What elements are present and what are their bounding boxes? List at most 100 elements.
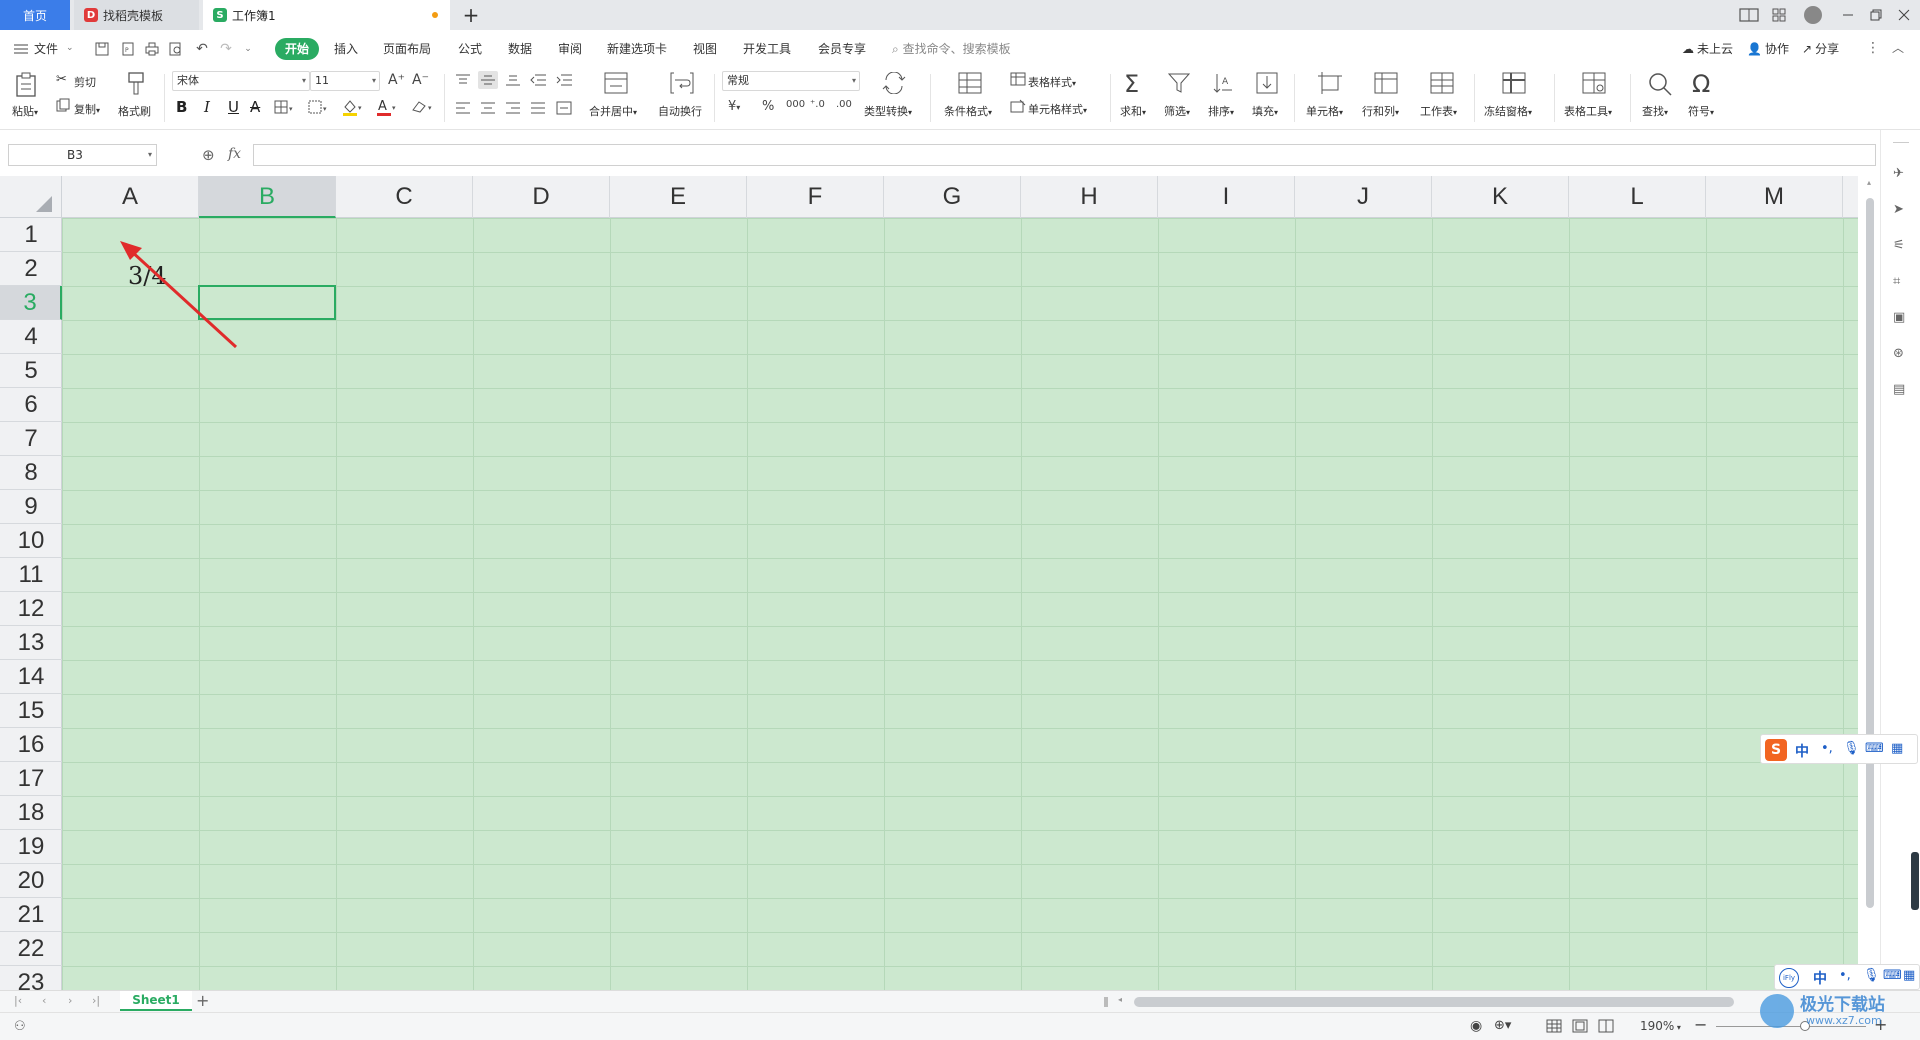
row-header-10[interactable]: 10 — [0, 524, 62, 558]
add-sheet-button[interactable]: + — [196, 991, 209, 1010]
row-header-21[interactable]: 21 — [0, 898, 62, 932]
paste-button[interactable]: 粘贴▾ — [12, 103, 38, 119]
format-painter-button[interactable]: 格式刷 — [118, 103, 151, 119]
distributed-align-icon[interactable] — [556, 101, 572, 115]
align-middle-icon[interactable] — [478, 71, 498, 89]
print-icon[interactable] — [144, 41, 160, 57]
apps-grid-icon[interactable] — [1768, 6, 1790, 24]
menu-formula[interactable]: 公式 — [458, 30, 482, 68]
menu-insert[interactable]: 插入 — [334, 30, 358, 68]
scroll-left-icon[interactable]: ◂ — [1118, 995, 1122, 1004]
keyboard-icon[interactable]: ⌨ — [1883, 968, 1902, 983]
font-color-icon[interactable]: A ▾ — [376, 98, 400, 116]
column-header-f[interactable]: F — [747, 176, 884, 218]
font-size-select[interactable]: 11 ▾ — [310, 71, 380, 91]
justify-icon[interactable] — [531, 102, 545, 114]
row-header-8[interactable]: 8 — [0, 456, 62, 490]
row-header-13[interactable]: 13 — [0, 626, 62, 660]
cloud-status[interactable]: ☁ 未上云 — [1682, 30, 1733, 68]
percent-button[interactable]: % — [762, 99, 774, 114]
macro-icon[interactable]: ⚇ — [14, 1019, 26, 1034]
menu-new-tab[interactable]: 新建选项卡 — [607, 30, 667, 68]
menu-developer[interactable]: 开发工具 — [743, 30, 791, 68]
align-left-icon[interactable] — [456, 102, 470, 114]
scroll-up-icon[interactable]: ▴ — [1867, 178, 1871, 187]
layout-icon[interactable] — [1738, 6, 1760, 24]
zoom-out-button[interactable]: − — [1694, 1015, 1707, 1034]
row-header-11[interactable]: 11 — [0, 558, 62, 592]
microphone-icon[interactable]: 🎙 — [1843, 741, 1860, 756]
minimize-icon[interactable] — [1838, 6, 1858, 24]
underline-button[interactable]: U — [228, 98, 239, 116]
sidebar-select-icon[interactable]: ➤ — [1893, 202, 1904, 217]
align-bottom-icon[interactable] — [506, 74, 520, 86]
row-header-20[interactable]: 20 — [0, 864, 62, 898]
zoom-level[interactable]: 190% ▾ — [1640, 1019, 1681, 1033]
punctuation-icon[interactable]: •, — [1821, 741, 1833, 756]
hscroll-splitter[interactable] — [1104, 997, 1108, 1007]
menu-file[interactable]: 文件 — [34, 30, 58, 68]
bold-button[interactable]: B — [176, 98, 187, 116]
hamburger-icon[interactable] — [14, 43, 28, 55]
border-icon[interactable]: ▾ — [274, 100, 296, 114]
strikethrough-icon[interactable]: A — [250, 98, 260, 116]
column-header-m[interactable]: M — [1706, 176, 1843, 218]
cell-style-button[interactable]: 单元格样式▾ — [1028, 101, 1087, 117]
sidebar-settings-icon[interactable]: ⚟ — [1893, 238, 1905, 253]
decrease-decimal-icon[interactable]: .00 — [836, 99, 852, 110]
prev-sheet-icon[interactable]: ‹ — [42, 994, 46, 1007]
indent-increase-icon[interactable] — [556, 74, 572, 86]
formula-input[interactable] — [253, 144, 1876, 166]
menu-page-layout[interactable]: 页面布局 — [383, 30, 431, 68]
row-header-7[interactable]: 7 — [0, 422, 62, 456]
menu-data[interactable]: 数据 — [508, 30, 532, 68]
increase-font-icon[interactable]: A⁺ — [388, 72, 405, 88]
copy-button[interactable]: 复制▾ — [74, 101, 100, 117]
sort-button[interactable]: 排序▾ — [1208, 103, 1234, 119]
first-sheet-icon[interactable]: |‹ — [14, 994, 22, 1007]
row-header-6[interactable]: 6 — [0, 388, 62, 422]
sidebar-rocket-icon[interactable]: ✈ — [1893, 166, 1904, 181]
save-icon[interactable] — [94, 41, 110, 57]
page-break-view-icon[interactable] — [1598, 1019, 1614, 1033]
clear-format-icon[interactable]: ▾ — [410, 98, 436, 114]
row-header-22[interactable]: 22 — [0, 932, 62, 966]
menu-review[interactable]: 审阅 — [558, 30, 582, 68]
ime-menu-icon[interactable]: ▦ — [1903, 968, 1915, 983]
font-name-select[interactable]: 宋体 ▾ — [172, 71, 310, 91]
next-sheet-icon[interactable]: › — [68, 994, 72, 1007]
symbol-button[interactable]: 符号▾ — [1688, 103, 1714, 119]
row-header-16[interactable]: 16 — [0, 728, 62, 762]
eye-protect-icon[interactable]: ◉ — [1470, 1018, 1482, 1034]
tab-workbook[interactable]: S 工作簿1 — [203, 0, 450, 30]
fill-button[interactable]: 填充▾ — [1252, 103, 1278, 119]
merge-center-button[interactable]: 合并居中▾ — [589, 103, 637, 119]
align-right-icon[interactable] — [506, 102, 520, 114]
input-mode-icon[interactable]: ⊕▾ — [1494, 1018, 1511, 1033]
tab-template[interactable]: D 找稻壳模板 — [74, 0, 199, 30]
column-header-i[interactable]: I — [1158, 176, 1295, 218]
indent-decrease-icon[interactable] — [530, 74, 546, 86]
row-header-15[interactable]: 15 — [0, 694, 62, 728]
menu-member[interactable]: 会员专享 — [818, 30, 866, 68]
more-icon[interactable]: ⋮ — [1866, 40, 1880, 56]
zoom-formula-icon[interactable]: ⊕ — [202, 146, 215, 164]
ime-toolbar[interactable]: S 中 •, 🎙 ⌨ ▦ — [1760, 734, 1918, 764]
cut-button[interactable]: 剪切 — [74, 74, 96, 90]
print-preview-icon[interactable] — [168, 41, 184, 57]
undo-icon[interactable]: ↶ — [194, 41, 210, 57]
page-layout-view-icon[interactable] — [1572, 1019, 1588, 1033]
export-pdf-icon[interactable]: P — [120, 41, 136, 57]
sum-button[interactable]: 求和▾ — [1120, 103, 1146, 119]
row-header-9[interactable]: 9 — [0, 490, 62, 524]
table-style-button[interactable]: 表格样式▾ — [1028, 74, 1076, 90]
restore-icon[interactable] — [1866, 6, 1886, 24]
redo-icon[interactable]: ↷ — [218, 41, 234, 57]
vertical-scroll-thumb[interactable] — [1866, 198, 1874, 908]
collapse-ribbon-icon[interactable]: ︿ — [1892, 39, 1904, 56]
number-format-select[interactable]: 常规 ▾ — [722, 71, 860, 91]
sidebar-location-icon[interactable]: ⊛ — [1893, 346, 1904, 361]
currency-icon[interactable]: ¥▾ — [728, 99, 740, 114]
row-header-19[interactable]: 19 — [0, 830, 62, 864]
last-sheet-icon[interactable]: ›| — [92, 994, 100, 1007]
